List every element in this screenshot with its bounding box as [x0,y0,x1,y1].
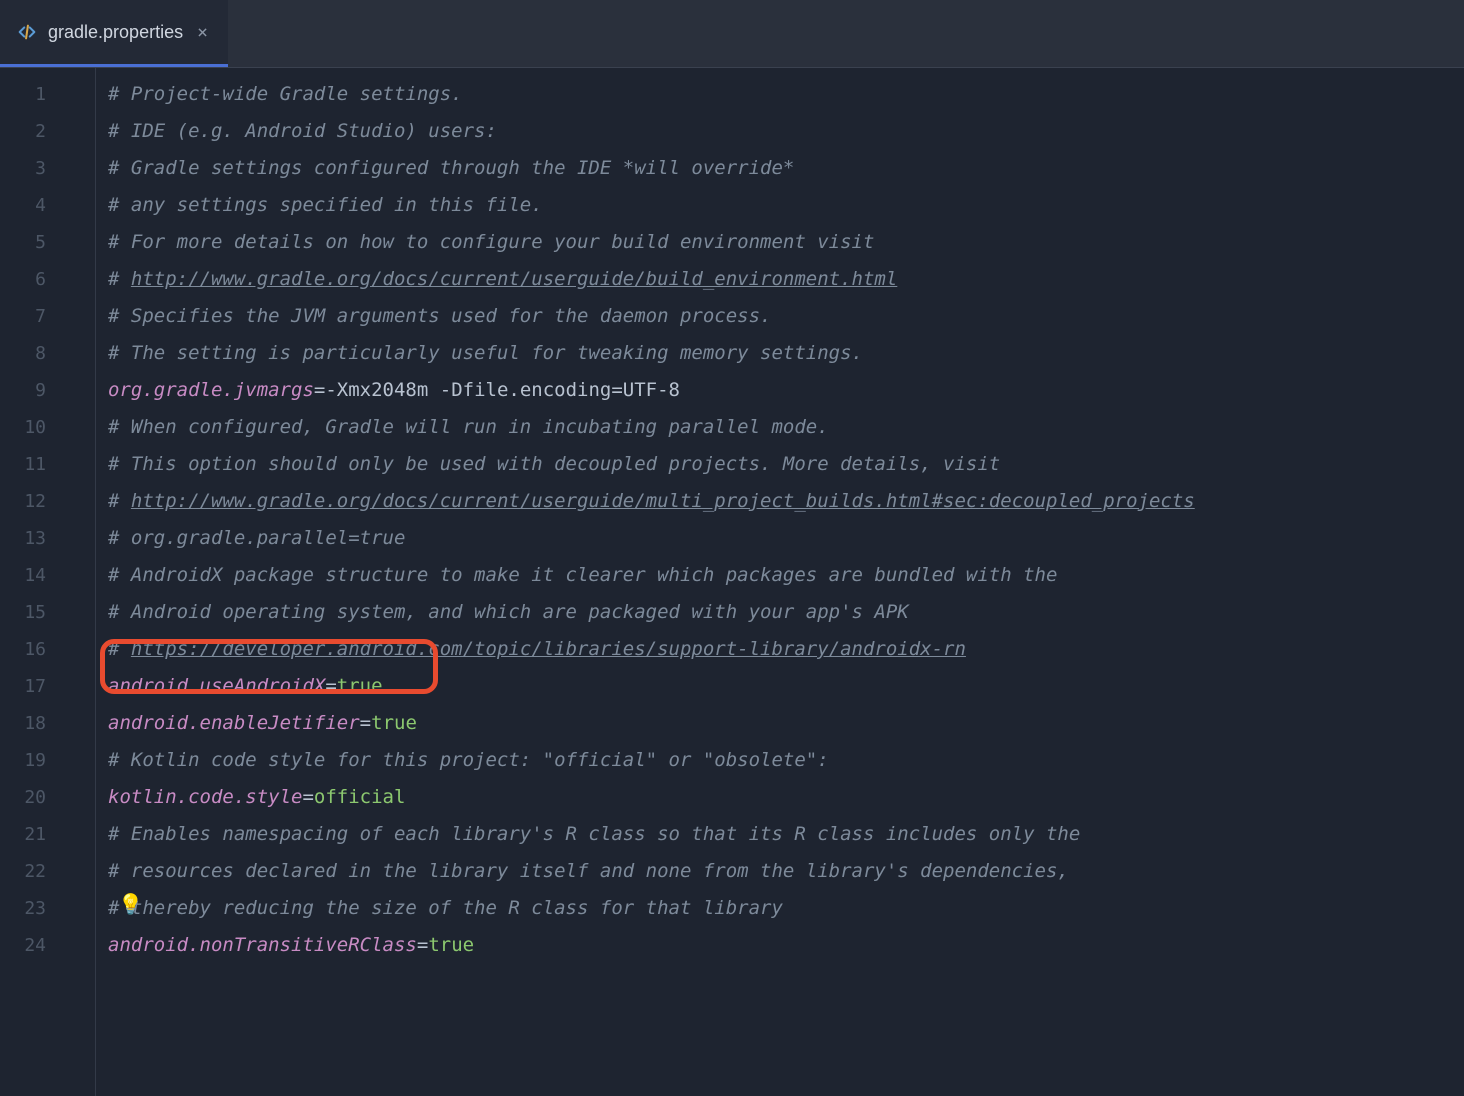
property-key: android.nonTransitiveRClass [108,934,417,956]
line-number: 4 [0,187,60,224]
code-line[interactable]: android.useAndroidX=true [108,668,1464,705]
line-number: 17 [0,668,60,705]
code-line[interactable]: # Kotlin code style for this project: "o… [108,742,1464,779]
code-token: = [360,712,371,734]
code-line[interactable]: # When configured, Gradle will run in in… [108,409,1464,446]
tab-gradle-properties[interactable]: gradle.properties × [0,0,228,67]
line-number: 8 [0,335,60,372]
code-token: # org.gradle.parallel=true [108,527,405,549]
line-number: 3 [0,150,60,187]
code-line[interactable]: # https://developer.android.com/topic/li… [108,631,1464,668]
code-line[interactable]: # Android operating system, and which ar… [108,594,1464,631]
code-line[interactable]: # org.gradle.parallel=true [108,520,1464,557]
property-value: true [337,675,383,697]
code-line[interactable]: # thereby reducing the size of the R cla… [108,890,1464,927]
code-token: = [325,675,336,697]
code-line[interactable]: # Gradle settings configured through the… [108,150,1464,187]
tab-bar: gradle.properties × [0,0,1464,68]
code-token: # resources declared in the library itse… [108,860,1069,882]
line-number: 19 [0,742,60,779]
code-line[interactable]: # The setting is particularly useful for… [108,335,1464,372]
code-token: = [314,379,325,401]
line-number: 20 [0,779,60,816]
code-icon [16,21,38,43]
code-line[interactable]: # IDE (e.g. Android Studio) users: [108,113,1464,150]
code-token: # IDE (e.g. Android Studio) users: [108,120,497,142]
property-value: true [371,712,417,734]
line-number: 23 [0,890,60,927]
comment-link: http://www.gradle.org/docs/current/userg… [131,490,1195,512]
code-line[interactable]: # Enables namespacing of each library's … [108,816,1464,853]
code-line[interactable]: # http://www.gradle.org/docs/current/use… [108,261,1464,298]
line-number: 5 [0,224,60,261]
code-line[interactable]: # Project-wide Gradle settings. [108,76,1464,113]
line-number: 13 [0,520,60,557]
line-number: 21 [0,816,60,853]
line-number: 10 [0,409,60,446]
code-token: -Xmx2048m -Dfile.encoding=UTF-8 [325,379,680,401]
line-number: 22 [0,853,60,890]
line-number: 2 [0,113,60,150]
code-token: # This option should only be used with d… [108,453,1000,475]
code-line[interactable]: android.enableJetifier=true [108,705,1464,742]
code-token: # Gradle settings configured through the… [108,157,794,179]
code-line[interactable]: # For more details on how to configure y… [108,224,1464,261]
code-token: # AndroidX package structure to make it … [108,564,1057,586]
code-token: # Enables namespacing of each library's … [108,823,1080,845]
code-token: # Android operating system, and which ar… [108,601,909,623]
tab-label: gradle.properties [48,22,183,43]
line-number: 24 [0,927,60,964]
code-token: = [302,786,313,808]
code-line[interactable]: # any settings specified in this file. [108,187,1464,224]
line-number-gutter: 123456789101112131415161718192021222324 [0,68,60,1096]
line-number: 6 [0,261,60,298]
code-line[interactable]: org.gradle.jvmargs=-Xmx2048m -Dfile.enco… [108,372,1464,409]
line-number: 15 [0,594,60,631]
code-line[interactable]: # Specifies the JVM arguments used for t… [108,298,1464,335]
code-token: = [417,934,428,956]
code-token: # When configured, Gradle will run in in… [108,416,829,438]
line-number: 14 [0,557,60,594]
code-line[interactable]: # AndroidX package structure to make it … [108,557,1464,594]
line-number: 16 [0,631,60,668]
code-line[interactable]: kotlin.code.style=official [108,779,1464,816]
fold-column [60,68,96,1096]
comment-link: https://developer.android.com/topic/libr… [131,638,966,660]
code-token: # any settings specified in this file. [108,194,543,216]
line-number: 7 [0,298,60,335]
property-key: kotlin.code.style [108,786,302,808]
code-token: # [108,490,131,512]
line-number: 12 [0,483,60,520]
editor[interactable]: 123456789101112131415161718192021222324 … [0,68,1464,1096]
line-number: 18 [0,705,60,742]
property-key: android.useAndroidX [108,675,325,697]
code-token: # Specifies the JVM arguments used for t… [108,305,771,327]
close-icon[interactable]: × [193,22,212,43]
property-value: true [428,934,474,956]
code-token: # thereby reducing the size of the R cla… [108,897,783,919]
code-line[interactable]: # http://www.gradle.org/docs/current/use… [108,483,1464,520]
code-line[interactable]: # resources declared in the library itse… [108,853,1464,890]
property-key: android.enableJetifier [108,712,360,734]
comment-link: http://www.gradle.org/docs/current/userg… [131,268,897,290]
code-area[interactable]: # Project-wide Gradle settings. # IDE (e.… [96,68,1464,1096]
code-line[interactable]: android.nonTransitiveRClass=true [108,927,1464,964]
property-key: org.gradle.jvmargs [108,379,314,401]
code-token: # [108,268,131,290]
code-line[interactable]: # This option should only be used with d… [108,446,1464,483]
code-token: # [108,638,131,660]
line-number: 9 [0,372,60,409]
code-token: # For more details on how to configure y… [108,231,874,253]
line-number: 11 [0,446,60,483]
property-value: official [314,786,406,808]
code-token: # Kotlin code style for this project: "o… [108,749,829,771]
code-token: # Project-wide Gradle settings. [108,83,463,105]
line-number: 1 [0,76,60,113]
code-token: # The setting is particularly useful for… [108,342,863,364]
